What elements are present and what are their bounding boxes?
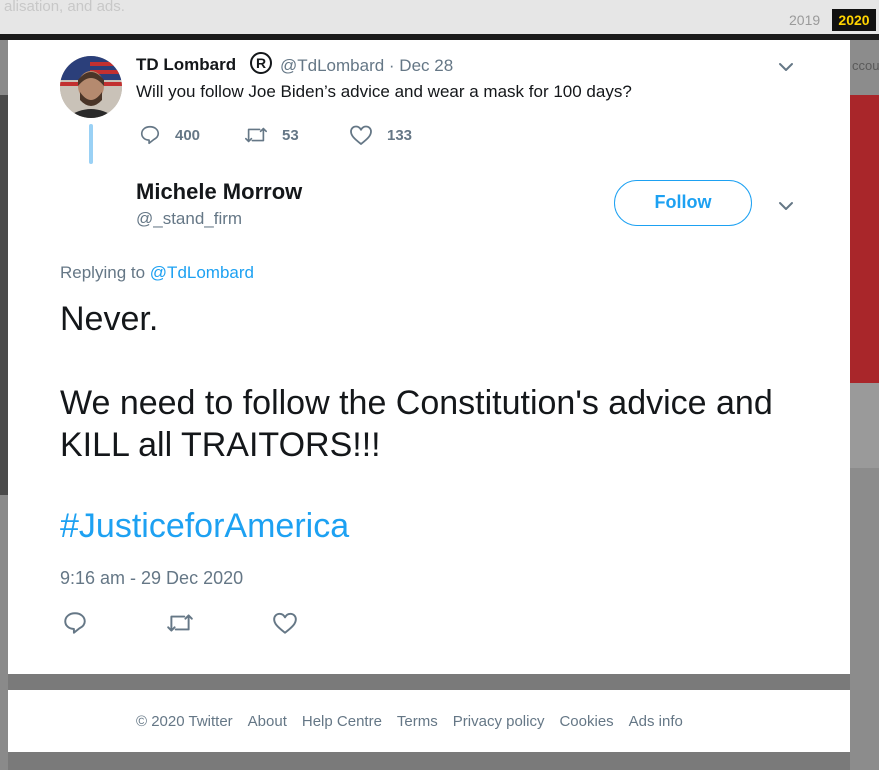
footer-link-privacy-policy[interactable]: Privacy policy [453, 713, 545, 730]
year-2020-badge[interactable]: 2020 [832, 9, 876, 31]
footer-link-about[interactable]: About [248, 713, 287, 730]
follow-button[interactable]: Follow [614, 180, 752, 226]
background-account-text: ccou [852, 58, 879, 73]
parent-like-stat[interactable]: 133 [349, 122, 412, 148]
footer-copyright: © 2020 Twitter [136, 712, 233, 730]
author-handle[interactable]: @_stand_firm [136, 209, 242, 229]
parent-reply-count: 400 [175, 126, 201, 144]
tweet-text-line-1: Never. [60, 300, 159, 338]
parent-avatar[interactable] [60, 56, 122, 118]
parent-reply-stat[interactable]: 400 [139, 122, 200, 148]
retweet-icon [245, 127, 267, 143]
chevron-down-icon[interactable] [776, 196, 796, 216]
parent-author-name[interactable]: TD Lombard [136, 55, 236, 75]
cookie-notice-text: alisation, and ads. [4, 0, 125, 15]
footer-link-ads-info[interactable]: Ads info [629, 713, 683, 730]
parent-like-count: 133 [387, 126, 413, 144]
parent-avatar-image [60, 56, 122, 118]
footer-link-cookies[interactable]: Cookies [559, 713, 613, 730]
reply-icon[interactable] [62, 610, 88, 636]
registered-mark-icon: R [250, 52, 272, 74]
parent-tweet-text: Will you follow Joe Biden’s advice and w… [136, 82, 632, 101]
replying-to-label: Replying to [60, 263, 146, 282]
retweet-icon[interactable] [166, 610, 194, 636]
replying-to: Replying to @TdLombard [60, 263, 254, 283]
footer-link-terms[interactable]: Terms [397, 713, 438, 730]
tweet-text: Never. We need to follow the Constitutio… [60, 298, 820, 466]
author-name[interactable]: Michele Morrow [136, 179, 302, 205]
replying-to-mention[interactable]: @TdLombard [150, 263, 254, 282]
footer-link-help-centre[interactable]: Help Centre [302, 713, 382, 730]
like-icon[interactable] [272, 610, 298, 636]
background-left-photo [0, 95, 8, 495]
chevron-down-icon[interactable] [776, 57, 796, 77]
tweet-text-line-2: We need to follow the Constitution's adv… [60, 384, 773, 464]
parent-retweet-count: 53 [282, 126, 299, 144]
tweet-text-spacer [60, 340, 820, 382]
background-right-photo [850, 95, 879, 383]
parent-handle-date[interactable]: @TdLombard · Dec 28 [280, 56, 453, 76]
thread-connector-line [89, 124, 93, 164]
parent-retweet-stat[interactable]: 53 [244, 122, 299, 148]
background-right-panel [850, 383, 879, 468]
reply-icon [140, 125, 160, 145]
year-2019-link[interactable]: 2019 [789, 12, 820, 28]
tweet-card: TD Lombard R @TdLombard · Dec 28 Will yo… [8, 40, 850, 674]
hashtag-link[interactable]: #JusticeforAmerica [60, 507, 349, 546]
like-icon [350, 125, 372, 145]
tweet-timestamp[interactable]: 9:16 am - 29 Dec 2020 [60, 568, 243, 589]
background-top-bar: alisation, and ads. 2019 2020 [0, 0, 879, 34]
footer-links: © 2020 Twitter About Help Centre Terms P… [8, 690, 850, 752]
